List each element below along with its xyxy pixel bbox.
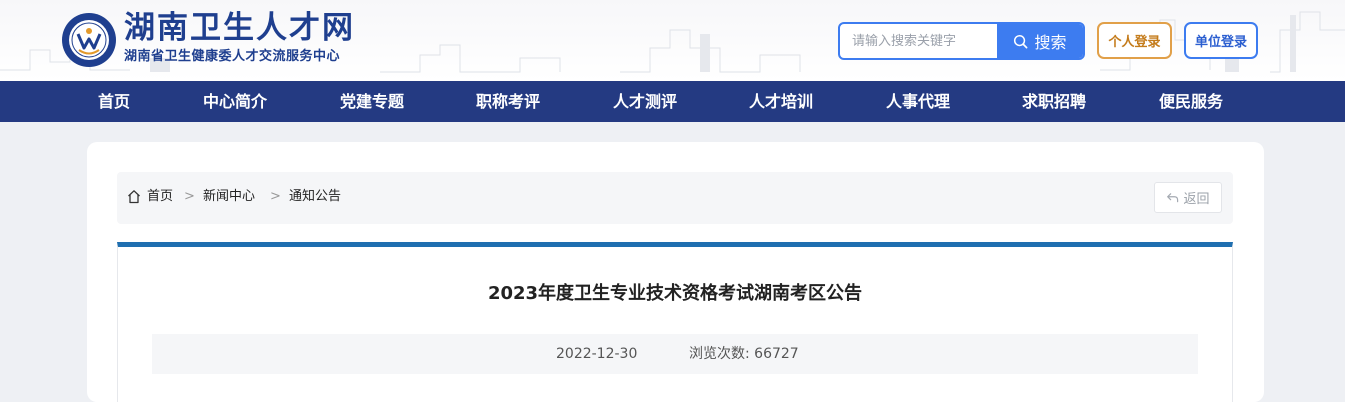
back-button-label: 返回 — [1183, 192, 1210, 207]
search-icon — [1014, 34, 1028, 48]
nav-item-title-evaluation[interactable]: 职称考评 — [476, 81, 540, 122]
article-panel — [117, 242, 1233, 402]
back-arrow-icon — [1167, 193, 1179, 203]
nav-item-talent-training[interactable]: 人才培训 — [749, 81, 813, 122]
article-view-count: 浏览次数: 66727 — [689, 346, 799, 362]
nav-item-party-building[interactable]: 党建专题 — [340, 81, 404, 122]
breadcrumb-separator: > — [184, 189, 195, 204]
search-button-label: 搜索 — [1034, 33, 1067, 52]
search-input[interactable] — [840, 24, 1000, 58]
personal-login-button[interactable]: 个人登录 — [1097, 22, 1172, 59]
breadcrumb-separator: > — [270, 189, 281, 204]
breadcrumb-home[interactable]: 首页 — [147, 188, 173, 206]
nav-item-home[interactable]: 首页 — [98, 81, 130, 122]
main-nav: 首页 中心简介 党建专题 职称考评 人才测评 人才培训 人事代理 求职招聘 便民… — [0, 81, 1345, 122]
nav-item-job-recruitment[interactable]: 求职招聘 — [1022, 81, 1086, 122]
breadcrumb-notices[interactable]: 通知公告 — [289, 188, 341, 206]
article-meta-bar — [152, 334, 1198, 374]
article-date: 2022-12-30 — [556, 346, 638, 362]
back-button[interactable]: 返回 — [1154, 182, 1222, 213]
breadcrumb-news-center[interactable]: 新闻中心 — [203, 188, 255, 206]
unit-login-button[interactable]: 单位登录 — [1184, 22, 1258, 59]
site-emblem-icon[interactable] — [61, 12, 117, 68]
nav-item-public-services[interactable]: 便民服务 — [1159, 81, 1223, 122]
site-title[interactable]: 湖南卫生人才网 — [124, 10, 355, 46]
nav-item-about[interactable]: 中心简介 — [203, 81, 267, 122]
article-title: 2023年度卫生专业技术资格考试湖南考区公告 — [487, 283, 863, 304]
site-header: 湖南卫生人才网 湖南省卫生健康委人才交流服务中心 搜索 个人登录 单位登录 — [0, 0, 1345, 81]
nav-item-talent-assessment[interactable]: 人才测评 — [613, 81, 677, 122]
nav-item-personnel-agency[interactable]: 人事代理 — [886, 81, 950, 122]
search-box: 搜索 — [838, 22, 1085, 60]
breadcrumb — [117, 172, 1233, 224]
search-button[interactable]: 搜索 — [997, 24, 1083, 58]
home-icon[interactable] — [127, 189, 141, 204]
site-subtitle: 湖南省卫生健康委人才交流服务中心 — [124, 49, 341, 64]
